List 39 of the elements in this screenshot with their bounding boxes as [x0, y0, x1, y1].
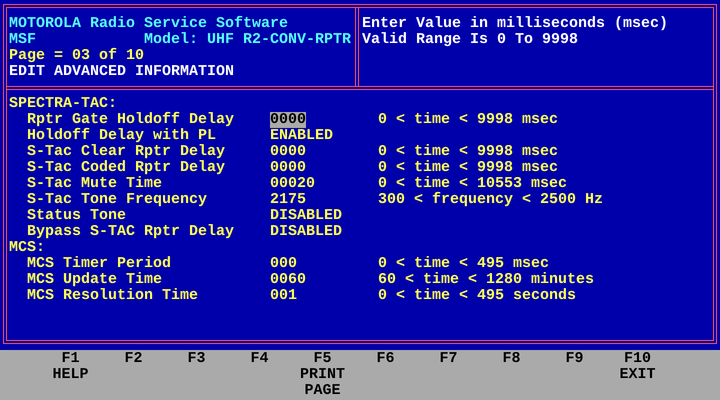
field-label: Status Tone [27, 208, 126, 224]
page-indicator: Page = 03 of 10 [9, 48, 144, 64]
value-field[interactable]: 000 [270, 256, 298, 272]
field-label: MCS Update Time [27, 272, 162, 288]
mode-title: EDIT ADVANCED INFORMATION [9, 64, 234, 80]
range-hint: 0 < time < 9998 msec [378, 160, 558, 176]
section-heading: SPECTRA-TAC: [9, 96, 118, 112]
range-hint: 0 < time < 495 seconds [378, 288, 576, 304]
app-title: MOTOROLA Radio Service Software [9, 16, 288, 32]
field-label: MCS Timer Period [27, 256, 172, 272]
field-label: S-Tac Clear Rptr Delay [27, 144, 226, 160]
value-field[interactable]: 0000 [270, 160, 306, 176]
value-field[interactable]: 2175 [270, 192, 306, 208]
range-hint: 0 < time < 495 msec [378, 256, 550, 272]
value-field[interactable]: 0000 [270, 112, 306, 128]
range-hint: 0 < time < 9998 msec [378, 112, 558, 128]
field-label: S-Tac Tone Frequency [27, 192, 208, 208]
field-label: MCS Resolution Time [27, 288, 198, 304]
help-text: Valid Range Is 0 To 9998 [362, 32, 578, 48]
value-field[interactable]: ENABLED [270, 128, 334, 144]
field-label: S-Tac Coded Rptr Delay [27, 160, 226, 176]
range-hint: 0 < time < 10553 msec [378, 176, 568, 192]
range-hint: 300 < frequency < 2500 Hz [378, 192, 604, 208]
model-label: Model: UHF R2-CONV-RPTR [144, 32, 352, 48]
help-text: Enter Value in milliseconds (msec) [362, 16, 668, 32]
field-label: S-Tac Mute Time [27, 176, 162, 192]
section-heading: MCS: [9, 240, 46, 256]
range-hint: 60 < time < 1280 minutes [378, 272, 594, 288]
value-field[interactable]: DISABLED [270, 208, 342, 224]
field-label: Bypass S-TAC Rptr Delay [27, 224, 234, 240]
field-label: Holdoff Delay with PL [27, 128, 216, 144]
value-field[interactable]: 001 [270, 288, 298, 304]
value-field[interactable]: 0060 [270, 272, 306, 288]
value-field[interactable]: 00020 [270, 176, 316, 192]
app-code: MSF [9, 32, 38, 48]
range-hint: 0 < time < 9998 msec [378, 144, 558, 160]
value-field[interactable]: 0000 [270, 144, 306, 160]
value-field[interactable]: DISABLED [270, 224, 342, 240]
field-label: Rptr Gate Holdoff Delay [27, 112, 234, 128]
